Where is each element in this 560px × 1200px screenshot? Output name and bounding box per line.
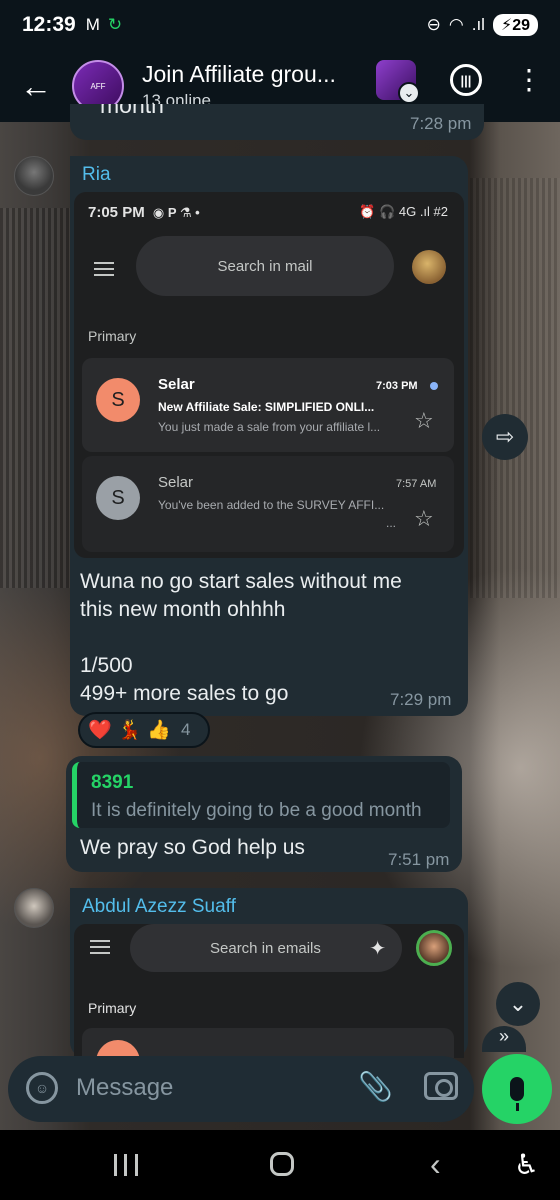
battery-icon: ⚡29 [492,14,538,36]
sender-name: Ria [82,164,111,185]
back-arrow-icon[interactable]: ← [0,68,72,105]
chevron-down-icon[interactable]: ⌄ [398,82,420,104]
image-attachment[interactable]: Search in emails ✦ Primary [74,924,464,1058]
message-time: 7:51 pm [388,850,450,869]
mic-shape [510,1077,524,1111]
menu-icon [94,262,114,276]
chat-title: Join Affiliate grou... [142,61,336,87]
wifi-icon: ◠ [448,15,464,34]
gmail-icon: M [85,15,100,34]
status-bar: 12:39 M ↻ ⊖ ◠ .ıl ⚡29 [0,0,560,50]
mail-sender: Selar [158,376,195,393]
mail-subject: New Affiliate Sale: SIMPLIFIED ONLI... [158,400,375,414]
wallpaper-panel [470,178,560,598]
forward-icon[interactable]: ⇨ [482,414,528,460]
quoted-sender: 8391 [91,772,134,793]
more-vert-icon[interactable]: ⋮ [515,64,543,96]
message-time: 7:28 pm [410,114,472,133]
star-icon: ☆ [414,408,434,433]
mail-snippet: You've been added to the SURVEY AFFI... [158,498,385,512]
message-bubble-previous[interactable]: month 7:28 pm [70,104,484,140]
mail-search-bar: Search in emails ✦ [130,924,402,972]
message-bubble-ria[interactable]: Ria 7:05 PM ◉ P ⚗ • ⏰ 🎧 4G .ıl #2 Search… [70,156,468,716]
shot-status-time: 7:05 PM ◉ P ⚗ • [88,204,200,221]
mail-avatar: S [96,476,140,520]
mail-item: S Selar 7:03 PM New Affiliate Sale: SIMP… [82,358,454,452]
system-nav-bar: ‹ ♿ [0,1130,560,1200]
message-bubble-abdul[interactable]: Abdul Azezz Suaff Search in emails ✦ Pri… [70,888,468,1058]
mail-sender: Selar [158,474,194,491]
nav-back-icon[interactable]: ‹ [430,1146,441,1183]
mail-snippet-more: ... [386,516,397,530]
message-time: 7:29 pm [390,690,452,709]
sync-icon: ↻ [107,15,123,34]
avatar[interactable] [14,888,54,928]
status-time: 12:39 [22,13,76,36]
sender-name: Abdul Azezz Suaff [82,896,236,917]
profile-avatar [416,930,452,966]
shot-status-right: ⏰ 🎧 4G .ıl #2 [359,204,448,219]
unread-dot-icon [430,382,438,390]
reaction-count: 4 [181,720,191,739]
quoted-message[interactable]: 8391 It is definitely going to be a good… [72,762,450,828]
heart-emoji-icon: ❤️ [88,720,112,741]
avatar[interactable] [14,156,54,196]
mail-section-label: Primary [88,328,137,344]
camera-icon[interactable] [424,1072,458,1100]
mail-search-placeholder: Search in mail [217,257,313,275]
signal-icon: .ıl [471,15,485,34]
mail-avatar: S [96,378,140,422]
accessibility-icon[interactable]: ♿ [514,1148,539,1181]
sparkle-icon: ✦ [369,937,386,960]
image-attachment[interactable]: 7:05 PM ◉ P ⚗ • ⏰ 🎧 4G .ıl #2 Search in … [74,192,464,558]
battery-level: 29 [512,17,530,34]
mail-search-placeholder: Search in emails [210,939,321,957]
message-text: We pray so God help us [80,836,305,859]
message-input[interactable] [76,1074,336,1102]
mail-search-bar: Search in mail [136,236,394,296]
dancer-emoji-icon: 💃 [117,720,142,741]
shot-time: 7:05 PM [88,204,145,221]
voice-chat-icon[interactable]: ||| [450,64,482,96]
reactions-bar[interactable]: ❤️ 💃 👍 4 [78,712,210,748]
thumbs-up-emoji-icon: 👍 [147,720,172,741]
dnd-icon: ⊖ [426,15,441,34]
mail-item: S Selar 7:57 AM You've been added to the… [82,456,454,552]
message-composer: ☺ 📎 [8,1056,474,1122]
quoted-text: It is definitely going to be a good mont… [91,800,422,821]
paperclip-icon[interactable]: 📎 [358,1070,393,1103]
mail-snippet: You just made a sale from your affiliate… [158,420,381,434]
mail-section-label: Primary [88,1000,137,1016]
profile-avatar [412,250,446,284]
scroll-down-icon[interactable]: ⌄ [496,982,540,1026]
mail-time: 7:03 PM [376,380,418,392]
star-icon: ☆ [414,506,434,531]
mic-icon[interactable] [482,1054,552,1124]
home-icon[interactable] [270,1152,294,1176]
recents-icon[interactable] [114,1154,138,1176]
message-text: Wuna no go start sales without me this n… [80,570,402,705]
sticker-icon[interactable]: ☺ [26,1072,58,1104]
mail-time: 7:57 AM [396,478,437,490]
mail-item [82,1028,454,1058]
menu-icon [90,940,110,954]
message-text: month [100,104,164,118]
shot-status-icons: ◉ P ⚗ • [152,205,200,220]
